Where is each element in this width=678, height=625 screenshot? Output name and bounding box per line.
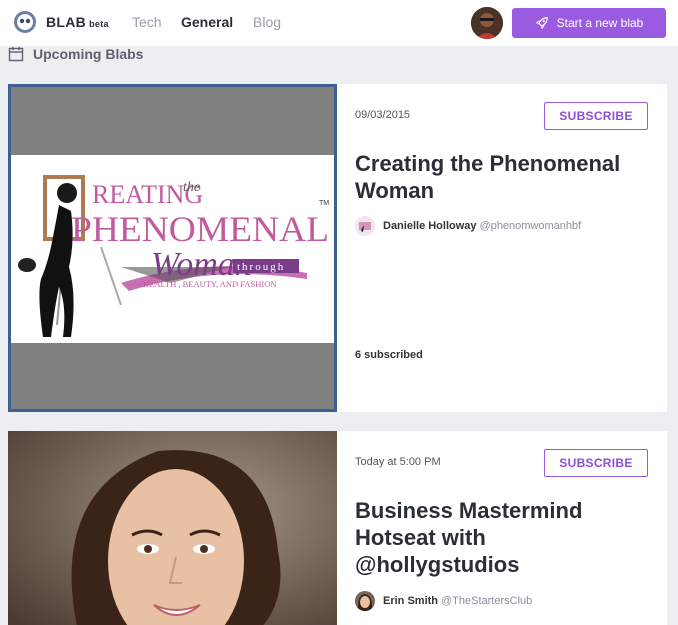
thumb-tm: TM: [319, 200, 329, 207]
blab-date: 09/03/2015: [355, 109, 411, 121]
blab-card[interactable]: REATING the PHENOMENAL Woman through HEA…: [8, 84, 667, 412]
nav-general[interactable]: General: [181, 14, 233, 30]
blab-title[interactable]: Business Mastermind Hotseat with @hollyg…: [355, 497, 655, 578]
thumbnail-artwork: REATING the PHENOMENAL Woman through HEA…: [11, 155, 334, 343]
blab-host[interactable]: Erin Smith @TheStartersClub: [355, 591, 532, 611]
subscribed-count: 6 subscribed: [355, 349, 423, 361]
beta-badge: beta: [89, 19, 109, 29]
thumb-line2: PHENOMENAL: [71, 209, 329, 249]
subscribe-button[interactable]: SUBSCRIBE: [544, 102, 648, 130]
subscribe-button[interactable]: SUBSCRIBE: [544, 449, 648, 477]
brand-text: BLAB: [46, 14, 87, 30]
host-avatar[interactable]: [355, 591, 375, 611]
section-title: Upcoming Blabs: [33, 46, 144, 62]
start-new-blab-label: Start a new blab: [556, 16, 644, 30]
blab-title[interactable]: Creating the Phenomenal Woman: [355, 150, 655, 204]
blab-host[interactable]: Danielle Holloway @phenomwomanhbf: [355, 216, 581, 236]
blab-date: Today at 5:00 PM: [355, 456, 441, 468]
nav-tech[interactable]: Tech: [132, 14, 162, 30]
host-name[interactable]: Erin Smith: [383, 595, 438, 607]
host-handle[interactable]: @TheStartersClub: [441, 595, 532, 607]
calendar-icon: [8, 46, 24, 62]
host-handle[interactable]: @phenomwomanhbf: [480, 220, 582, 232]
top-navigation-bar: BLAB beta Tech General Blog Start a new b…: [0, 0, 678, 46]
rocket-icon: [535, 17, 548, 30]
thumb-through: through: [237, 261, 285, 273]
brand-name[interactable]: BLAB beta: [46, 14, 109, 30]
section-header: Upcoming Blabs: [8, 46, 143, 62]
thumb-tagline: HEALTH , BEAUTY, AND FASHION: [143, 279, 277, 289]
thumb-the: the: [183, 180, 200, 195]
start-new-blab-button[interactable]: Start a new blab: [512, 8, 666, 38]
host-avatar[interactable]: [355, 216, 375, 236]
host-name[interactable]: Danielle Holloway: [383, 220, 477, 232]
blab-thumbnail[interactable]: REATING the PHENOMENAL Woman through HEA…: [8, 84, 337, 412]
user-avatar[interactable]: [471, 7, 503, 39]
nav-blog[interactable]: Blog: [253, 14, 281, 30]
blab-logo-icon[interactable]: [13, 10, 37, 34]
blab-thumbnail[interactable]: [8, 431, 337, 625]
blab-card[interactable]: Today at 5:00 PM SUBSCRIBE Business Mast…: [8, 431, 667, 625]
